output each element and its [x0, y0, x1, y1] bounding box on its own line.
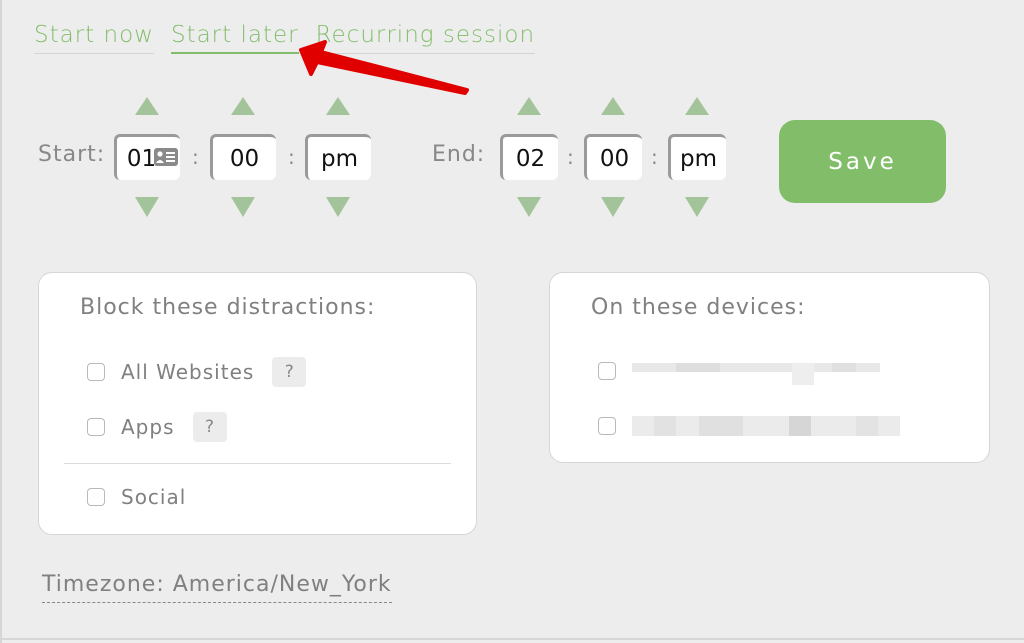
- timezone-link[interactable]: Timezone: America/New_York: [42, 572, 392, 603]
- device-item: [598, 361, 880, 385]
- device-name-redacted[interactable]: [632, 416, 900, 436]
- devices-card: On these devices:: [549, 272, 990, 463]
- apps-checkbox[interactable]: [87, 418, 105, 436]
- triangle-down-icon[interactable]: [517, 197, 541, 217]
- distractions-title: Block these distractions:: [80, 295, 376, 320]
- distractions-card: Block these distractions: All Websites ?…: [38, 272, 477, 535]
- start-hour-spinner: 01: [114, 95, 180, 220]
- time-separator: :: [192, 145, 199, 169]
- option-apps: Apps ?: [87, 412, 227, 442]
- all-websites-checkbox[interactable]: [87, 363, 105, 381]
- window-left-border: [0, 0, 2, 643]
- start-ampm-spinner: pm: [305, 95, 371, 220]
- section-divider: [64, 463, 451, 464]
- device-checkbox[interactable]: [598, 417, 616, 435]
- start-ampm-input[interactable]: pm: [305, 134, 371, 180]
- triangle-down-icon[interactable]: [601, 197, 625, 217]
- time-separator: :: [567, 145, 574, 169]
- device-item: [598, 416, 900, 436]
- triangle-down-icon[interactable]: [326, 197, 350, 217]
- question-mark-icon[interactable]: ?: [192, 412, 227, 442]
- triangle-up-icon[interactable]: [517, 97, 541, 115]
- save-button[interactable]: Save: [779, 120, 946, 203]
- tab-start-now[interactable]: Start now: [34, 20, 154, 54]
- annotation-arrow-icon: [299, 40, 469, 95]
- time-separator: :: [288, 145, 295, 169]
- window-bottom-border: [0, 638, 1024, 640]
- end-hour-input[interactable]: 02: [500, 134, 558, 180]
- triangle-down-icon[interactable]: [685, 197, 709, 217]
- device-checkbox[interactable]: [598, 362, 616, 380]
- end-minute-spinner: 00: [584, 95, 642, 220]
- tab-start-later[interactable]: Start later: [170, 20, 299, 54]
- time-separator: :: [651, 145, 658, 169]
- start-hour-value: 01: [126, 145, 157, 172]
- option-all-websites: All Websites ?: [87, 357, 307, 387]
- social-checkbox[interactable]: [87, 488, 105, 506]
- all-websites-label[interactable]: All Websites: [121, 360, 254, 384]
- end-label: End:: [432, 142, 486, 167]
- device-name-redacted[interactable]: [632, 361, 880, 385]
- social-label[interactable]: Social: [121, 485, 186, 509]
- start-label: Start:: [38, 142, 106, 167]
- devices-title: On these devices:: [591, 295, 806, 320]
- start-minute-spinner: 00: [210, 95, 276, 220]
- end-minute-input[interactable]: 00: [584, 134, 642, 180]
- start-minute-input[interactable]: 00: [210, 134, 276, 180]
- triangle-up-icon[interactable]: [231, 97, 255, 115]
- triangle-down-icon[interactable]: [231, 197, 255, 217]
- end-hour-spinner: 02: [500, 95, 558, 220]
- start-time-picker: Start: 01 : 00 : pm: [38, 95, 378, 220]
- triangle-up-icon[interactable]: [326, 97, 350, 115]
- triangle-up-icon[interactable]: [685, 97, 709, 115]
- end-ampm-spinner: pm: [668, 95, 726, 220]
- start-hour-input[interactable]: 01: [114, 134, 180, 180]
- triangle-up-icon[interactable]: [135, 97, 159, 115]
- end-ampm-input[interactable]: pm: [668, 134, 726, 180]
- apps-label[interactable]: Apps: [121, 415, 175, 439]
- option-social: Social: [87, 485, 186, 509]
- triangle-down-icon[interactable]: [135, 197, 159, 217]
- question-mark-icon[interactable]: ?: [272, 357, 307, 387]
- contact-card-icon[interactable]: [154, 148, 178, 166]
- triangle-up-icon[interactable]: [601, 97, 625, 115]
- end-time-picker: End: 02 : 00 : pm: [432, 95, 732, 220]
